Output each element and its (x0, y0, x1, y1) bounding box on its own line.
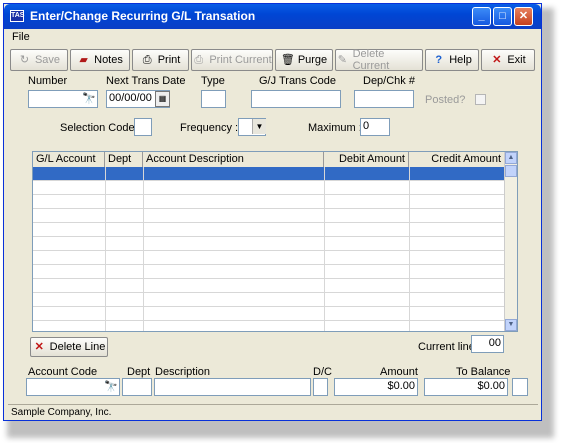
table-row[interactable] (33, 181, 505, 195)
table-row[interactable] (33, 307, 505, 321)
save-icon: ↻ (19, 53, 30, 66)
chevron-down-icon[interactable]: ▼ (252, 119, 266, 134)
status-bar: Sample Company, Inc. (8, 404, 538, 419)
print-button[interactable]: ⎙ Print (132, 49, 189, 71)
help-button[interactable]: ? Help (425, 49, 479, 71)
scroll-down-icon[interactable]: ▼ (505, 319, 517, 331)
posted-label: Posted? (425, 94, 466, 106)
dc-label: D/C (313, 366, 332, 378)
close-button[interactable]: ✕ (514, 7, 533, 26)
description-label: Description (155, 366, 211, 378)
printer-icon: ⎙ (194, 53, 204, 66)
company-name: Sample Company, Inc. (11, 407, 112, 418)
column-divider (105, 167, 106, 331)
description-input[interactable] (154, 378, 311, 396)
extra-input[interactable] (512, 378, 528, 396)
current-line-input[interactable]: 00 (471, 335, 504, 353)
close-icon: ✕ (518, 10, 529, 22)
table-row[interactable] (33, 251, 505, 265)
help-icon: ? (435, 53, 443, 66)
minimize-icon: _ (478, 10, 485, 22)
dept-input[interactable] (122, 378, 152, 396)
dep-chk-label: Dep/Chk # (363, 75, 415, 87)
col-dept[interactable]: Dept (105, 152, 143, 167)
type-input[interactable] (201, 90, 226, 108)
window-title: Enter/Change Recurring G/L Transation (30, 9, 256, 23)
delete-line-button[interactable]: ✕ Delete Line (30, 337, 108, 357)
col-account-description[interactable]: Account Description (143, 152, 324, 167)
table-row[interactable] (33, 223, 505, 237)
title-bar[interactable]: TAS Enter/Change Recurring G/L Transatio… (4, 4, 541, 29)
to-balance-label: To Balance (456, 366, 511, 378)
table-row[interactable] (33, 293, 505, 307)
toolbar: ↻ Save ▰ Notes ⎙ Print ⎙ Print Current 🗑 Purg… (10, 48, 536, 72)
frequency-label: Frequency : (180, 122, 239, 134)
menu-bar: File (4, 29, 541, 46)
column-divider (143, 167, 144, 331)
maximize-button[interactable]: □ (493, 7, 512, 26)
column-divider (409, 167, 410, 331)
type-label: Type (201, 75, 225, 87)
amount-label: Amount (380, 366, 418, 378)
exit-x-icon: ✕ (492, 53, 502, 66)
print-current-button[interactable]: ⎙ Print Current (191, 49, 273, 71)
col-gl-account[interactable]: G/L Account (33, 152, 105, 167)
trash-icon: 🗑 (280, 53, 295, 66)
menu-file[interactable]: File (12, 31, 30, 43)
col-credit-amount[interactable]: Credit Amount (409, 152, 505, 167)
col-debit-amount[interactable]: Debit Amount (324, 152, 409, 167)
notes-icon: ▰ (79, 53, 88, 66)
table-row[interactable] (33, 167, 505, 181)
main-window: TAS Enter/Change Recurring G/L Transatio… (3, 3, 542, 421)
eraser-icon: ✎ (337, 53, 347, 66)
scroll-thumb[interactable] (505, 165, 517, 177)
table-row[interactable] (33, 279, 505, 293)
number-label: Number (28, 75, 68, 87)
transaction-grid[interactable]: G/L Account Dept Account Description Deb… (32, 151, 518, 332)
amount-input[interactable]: $0.00 (334, 378, 418, 396)
grid-scrollbar[interactable]: ▲ ▼ (504, 152, 517, 331)
minimize-button[interactable]: _ (472, 7, 491, 26)
calendar-icon[interactable]: ▦ (155, 91, 170, 107)
grid-header: G/L Account Dept Account Description Deb… (33, 152, 505, 168)
exit-button[interactable]: ✕ Exit (481, 49, 535, 71)
table-row[interactable] (33, 209, 505, 223)
account-code-label: Account Code (28, 366, 98, 378)
gj-trans-code-label: G/J Trans Code (259, 75, 337, 87)
next-trans-date-label: Next Trans Date (106, 75, 186, 87)
delete-x-icon: ✕ (34, 340, 44, 353)
current-line-label: Current line (418, 341, 475, 353)
binoculars-icon[interactable]: 🔭 (82, 92, 96, 105)
notes-button[interactable]: ▰ Notes (70, 49, 130, 71)
dep-chk-input[interactable] (354, 90, 414, 108)
table-row[interactable] (33, 195, 505, 209)
maximize-icon: □ (499, 10, 506, 22)
table-row[interactable] (33, 265, 505, 279)
column-divider (324, 167, 325, 331)
table-row[interactable] (33, 237, 505, 251)
maximum-input[interactable]: 0 (360, 118, 390, 136)
purge-button[interactable]: 🗑 Purge (275, 49, 333, 71)
save-button[interactable]: ↻ Save (10, 49, 68, 71)
selection-code-input[interactable] (134, 118, 152, 136)
scroll-up-icon[interactable]: ▲ (505, 152, 517, 164)
maximum-label: Maximum : (308, 122, 362, 134)
dept-label: Dept (127, 366, 151, 378)
printer-icon: ⎙ (142, 53, 152, 66)
selection-code-label: Selection Code : (60, 122, 141, 134)
gj-trans-code-input[interactable] (251, 90, 341, 108)
binoculars-icon[interactable]: 🔭 (104, 380, 118, 393)
dc-input[interactable] (313, 378, 328, 396)
posted-checkbox[interactable] (475, 94, 486, 105)
to-balance-value: $0.00 (424, 378, 508, 396)
app-icon: TAS (10, 10, 24, 22)
delete-current-button[interactable]: ✎ Delete Current (335, 48, 423, 72)
